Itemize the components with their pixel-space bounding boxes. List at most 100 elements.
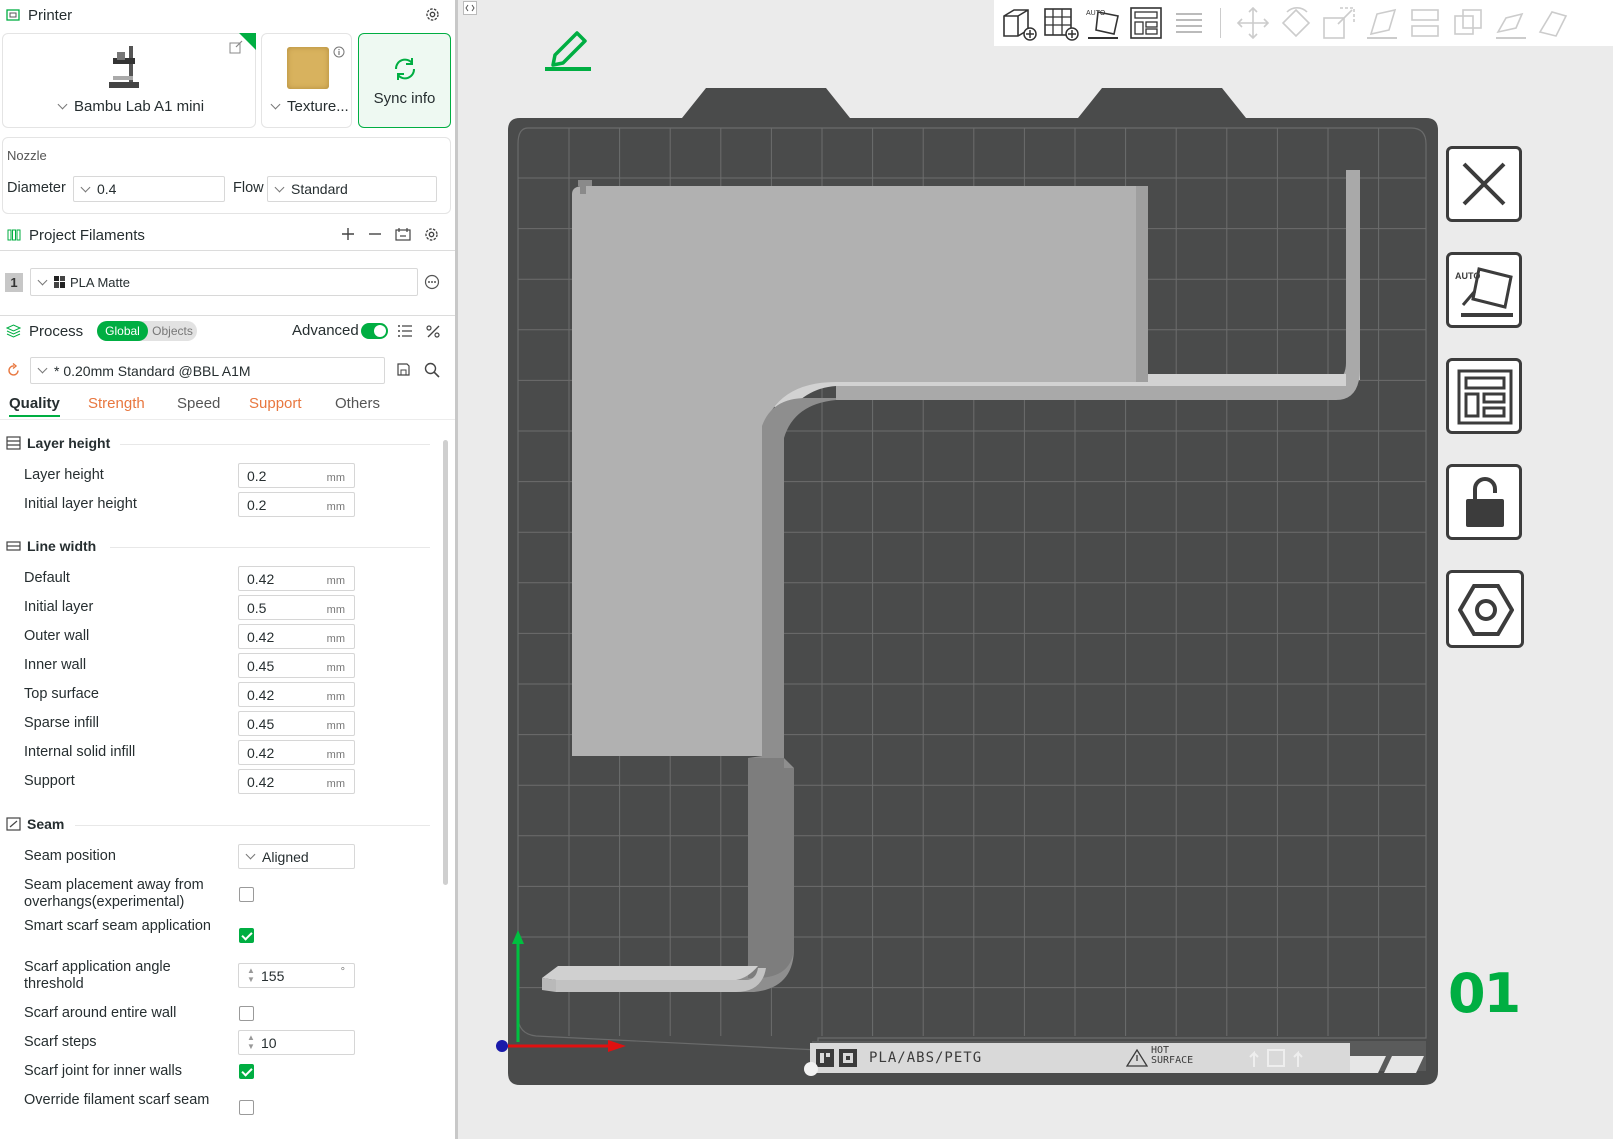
seam-position-label: Seam position	[24, 848, 116, 864]
support-paint-icon[interactable]	[1492, 4, 1530, 42]
internal-solid-infill-line-width-input[interactable]: 0.42 mm	[238, 740, 355, 765]
collapse-sidebar-icon[interactable]	[463, 1, 477, 15]
printer-header: Printer	[0, 0, 455, 30]
advanced-label: Advanced	[292, 322, 359, 339]
scarf-around-wall-checkbox[interactable]	[239, 1006, 254, 1021]
inner-wall-line-width-input[interactable]: 0.45 mm	[238, 653, 355, 678]
preset-chevron-icon	[37, 363, 48, 374]
tab-speed[interactable]: Speed	[177, 395, 220, 412]
process-header: Process Global Objects Advanced	[0, 316, 455, 346]
objects-toggle-option[interactable]: Objects	[150, 321, 195, 341]
unit-mm: mm	[326, 720, 345, 732]
override-scarf-checkbox[interactable]	[239, 1100, 254, 1115]
lay-on-face-icon[interactable]	[1363, 4, 1401, 42]
smart-scarf-checkbox[interactable]	[239, 928, 254, 943]
scarf-angle-value: 155	[261, 967, 285, 984]
unit-mm: mm	[326, 604, 345, 616]
3d-viewport[interactable]: AUTO PLA/ABS/PETG HOT SURFACE AUTO 01	[458, 0, 1613, 1139]
default-line-width-value: 0.42	[247, 570, 275, 587]
scarf-angle-input[interactable]: ▲ ▼ 155 °	[238, 963, 355, 988]
flow-value: Standard	[291, 181, 348, 197]
printer-icon	[6, 8, 20, 22]
layer-height-input[interactable]: 0.2 mm	[238, 463, 355, 488]
process-compare-icon[interactable]	[425, 323, 441, 339]
filament-icon	[7, 228, 21, 242]
flow-chevron-icon	[274, 182, 285, 192]
plate-settings-button[interactable]	[1446, 570, 1524, 648]
top-surface-line-width-input[interactable]: 0.42 mm	[238, 682, 355, 707]
unit-mm: mm	[326, 575, 345, 587]
line-width-icon	[6, 539, 21, 553]
initial-layer-height-input[interactable]: 0.2 mm	[238, 492, 355, 517]
preset-reset-icon[interactable]	[6, 363, 21, 378]
printer-card[interactable]: Bambu Lab A1 mini	[2, 33, 256, 128]
settings-scrollbar[interactable]	[443, 440, 448, 885]
sync-info-button[interactable]: Sync info	[358, 33, 451, 128]
auto-orient-icon[interactable]: AUTO	[1084, 4, 1122, 42]
smart-scarf-label: Smart scarf seam application	[24, 918, 211, 934]
arrange-plate-button[interactable]	[1446, 358, 1522, 434]
3d-model[interactable]	[536, 168, 1366, 998]
printer-model-image	[105, 44, 145, 92]
cut-icon[interactable]	[1406, 4, 1444, 42]
plate-type-card[interactable]: Texture...	[261, 33, 352, 128]
filament-sync-icon[interactable]	[394, 226, 412, 244]
split-layers-icon[interactable]	[1170, 4, 1208, 42]
close-plate-button[interactable]	[1446, 146, 1522, 222]
hot-surface-warning-icon	[1126, 1049, 1148, 1067]
add-object-icon[interactable]	[1000, 4, 1038, 42]
scarf-angle-spinner-icon[interactable]: ▲ ▼	[247, 966, 255, 984]
tab-quality[interactable]: Quality	[9, 395, 60, 417]
move-icon[interactable]	[1234, 4, 1272, 42]
save-preset-icon[interactable]	[396, 362, 411, 377]
arrange-icon[interactable]	[1127, 4, 1165, 42]
edit-object-pencil-icon[interactable]	[543, 25, 593, 73]
auto-orient-plate-button[interactable]: AUTO	[1446, 252, 1522, 328]
search-settings-icon[interactable]	[424, 362, 440, 378]
lock-plate-button[interactable]	[1446, 464, 1522, 540]
global-toggle-option[interactable]: Global	[97, 321, 148, 341]
tab-support[interactable]: Support	[249, 395, 302, 412]
advanced-switch[interactable]	[361, 323, 388, 339]
tab-strength[interactable]: Strength	[88, 395, 145, 412]
settings-tabs: Quality Strength Speed Support Others	[0, 390, 455, 420]
seam-position-select[interactable]: Aligned	[238, 844, 355, 869]
initial-layer-height-label: Initial layer height	[24, 496, 137, 512]
line-width-section-title: Line width	[6, 538, 96, 554]
filament-select[interactable]: PLA Matte	[30, 268, 418, 296]
diameter-select[interactable]: 0.4	[73, 176, 225, 202]
process-list-icon[interactable]	[397, 323, 413, 339]
support-line-width-input[interactable]: 0.42 mm	[238, 769, 355, 794]
scarf-steps-input[interactable]: ▲ ▼ 10	[238, 1030, 355, 1055]
add-plate-icon[interactable]	[1042, 4, 1080, 42]
seam-paint-icon[interactable]	[1534, 4, 1572, 42]
unit-mm: mm	[326, 501, 345, 513]
scarf-steps-value: 10	[261, 1034, 277, 1051]
global-objects-toggle[interactable]: Global Objects	[97, 321, 197, 341]
add-filament-icon[interactable]	[340, 226, 356, 242]
internal-solid-infill-line-width-value: 0.42	[247, 744, 275, 761]
filament-settings-gear-icon[interactable]	[423, 226, 440, 243]
boolean-icon[interactable]	[1449, 4, 1487, 42]
process-preset-select[interactable]: * 0.20mm Standard @BBL A1M	[30, 357, 385, 384]
diameter-chevron-icon	[80, 182, 91, 192]
remove-filament-icon[interactable]	[367, 226, 383, 242]
seam-placement-checkbox[interactable]	[239, 887, 254, 902]
rotate-icon[interactable]	[1277, 4, 1315, 42]
printer-settings-gear-icon[interactable]	[424, 6, 441, 23]
plate-info-icon[interactable]	[333, 46, 345, 58]
initial-layer-line-width-input[interactable]: 0.5 mm	[238, 595, 355, 620]
sparse-infill-line-width-input[interactable]: 0.45 mm	[238, 711, 355, 736]
initial-layer-line-width-label: Initial layer	[24, 599, 94, 615]
filament-slot-number[interactable]: 1	[5, 273, 23, 292]
tab-others[interactable]: Others	[335, 395, 380, 412]
scarf-steps-spinner-icon[interactable]: ▲ ▼	[247, 1033, 255, 1051]
default-line-width-input[interactable]: 0.42 mm	[238, 566, 355, 591]
flow-select[interactable]: Standard	[267, 176, 437, 202]
initial-layer-line-width-value: 0.5	[247, 599, 267, 616]
outer-wall-line-width-input[interactable]: 0.42 mm	[238, 624, 355, 649]
filament-more-icon[interactable]	[424, 274, 440, 290]
scarf-inner-walls-checkbox[interactable]	[239, 1064, 254, 1079]
scale-icon[interactable]	[1320, 4, 1358, 42]
printer-dropdown-chevron-icon	[57, 99, 68, 110]
